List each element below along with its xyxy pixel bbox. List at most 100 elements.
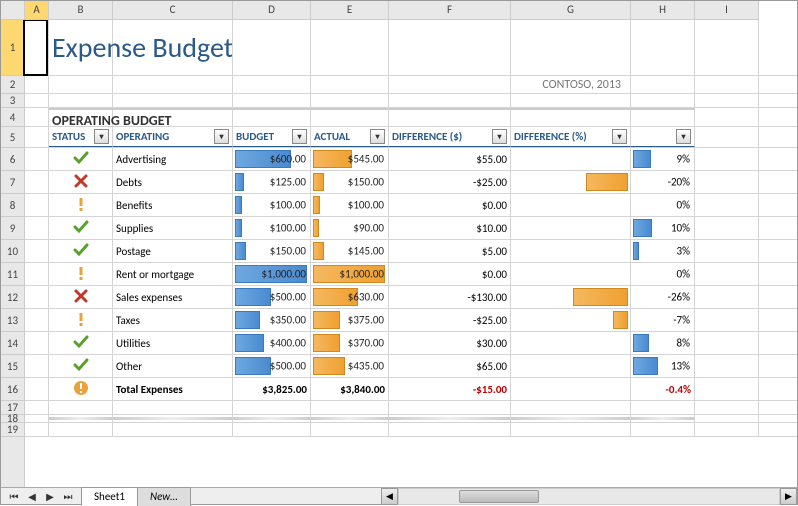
cell[interactable] — [511, 415, 631, 422]
prev-sheet-button[interactable]: ◀ — [23, 487, 41, 505]
actual-cell[interactable]: $90.00 — [311, 217, 389, 239]
total-budget[interactable]: $3,825.00 — [233, 378, 311, 400]
cell[interactable] — [25, 378, 49, 400]
total-pct[interactable]: -0.4% — [631, 378, 695, 400]
cell[interactable]: OPERATING BUDGET — [49, 108, 113, 126]
cell[interactable] — [511, 20, 631, 75]
cell[interactable] — [389, 94, 511, 107]
diff-pct-cell[interactable]: 8% — [631, 332, 695, 354]
cell[interactable] — [631, 76, 695, 93]
diff-pct-bar-cell[interactable] — [511, 286, 631, 308]
cell[interactable] — [631, 401, 695, 414]
diff-pct-bar-cell[interactable] — [511, 309, 631, 331]
status-cell[interactable] — [49, 286, 113, 308]
operating-cell[interactable]: Utilities — [113, 332, 233, 354]
cell[interactable] — [25, 194, 49, 216]
cell[interactable] — [511, 401, 631, 414]
budget-cell[interactable]: $100.00 — [233, 194, 311, 216]
cell[interactable] — [389, 401, 511, 414]
cell[interactable] — [511, 94, 631, 107]
budget-cell[interactable]: $350.00 — [233, 309, 311, 331]
grid-body[interactable]: Expense BudgetCONTOSO, 2013OPERATING BUD… — [25, 20, 797, 487]
row-header-13[interactable]: 13 — [1, 309, 24, 332]
budget-cell[interactable]: $1,000.00 — [233, 263, 311, 285]
diff-pct-cell[interactable]: 13% — [631, 355, 695, 377]
scroll-track[interactable] — [398, 488, 780, 505]
row-header-3[interactable]: 3 — [1, 94, 24, 108]
cell[interactable] — [25, 127, 49, 147]
filter-dropdown-icon[interactable]: ▾ — [492, 129, 507, 144]
header-actual[interactable]: ACTUAL▾ — [311, 127, 389, 147]
col-header-F[interactable]: F — [389, 1, 511, 19]
cell[interactable] — [695, 108, 759, 126]
operating-cell[interactable]: Other — [113, 355, 233, 377]
status-cell[interactable] — [49, 217, 113, 239]
cell[interactable] — [511, 423, 631, 436]
cell[interactable] — [695, 171, 759, 193]
budget-cell[interactable]: $100.00 — [233, 217, 311, 239]
diff-pct-bar-cell[interactable] — [511, 332, 631, 354]
actual-cell[interactable]: $145.00 — [311, 240, 389, 262]
header-extra[interactable]: ▾ — [631, 127, 695, 147]
cell[interactable] — [695, 423, 759, 436]
operating-cell[interactable]: Rent or mortgage — [113, 263, 233, 285]
col-header-B[interactable]: B — [49, 1, 113, 19]
cell[interactable] — [233, 108, 311, 126]
cell-subtitle[interactable]: CONTOSO, 2013 — [511, 76, 631, 93]
cell[interactable] — [49, 401, 113, 414]
col-header-I[interactable]: I — [695, 1, 759, 19]
budget-cell[interactable]: $125.00 — [233, 171, 311, 193]
sheet-tab-new[interactable]: New… — [137, 487, 191, 506]
cell[interactable] — [389, 20, 511, 75]
row-header-15[interactable]: 15 — [1, 355, 24, 378]
header-diff-dollar[interactable]: DIFFERENCE ($)▾ — [389, 127, 511, 147]
diff-pct-bar-cell[interactable] — [511, 355, 631, 377]
operating-cell[interactable]: Benefits — [113, 194, 233, 216]
diff-pct-cell[interactable]: 3% — [631, 240, 695, 262]
diff-pct-bar-cell[interactable] — [511, 194, 631, 216]
diff-pct-cell[interactable]: 0% — [631, 263, 695, 285]
cell[interactable] — [389, 108, 511, 126]
cell[interactable] — [113, 401, 233, 414]
budget-cell[interactable]: $400.00 — [233, 332, 311, 354]
actual-cell[interactable]: $370.00 — [311, 332, 389, 354]
row-header-8[interactable]: 8 — [1, 194, 24, 217]
filter-dropdown-icon[interactable]: ▾ — [214, 129, 229, 144]
row-header-11[interactable]: 11 — [1, 263, 24, 286]
cell[interactable] — [695, 401, 759, 414]
actual-cell[interactable]: $630.00 — [311, 286, 389, 308]
scroll-thumb[interactable] — [459, 490, 539, 503]
actual-cell[interactable]: $375.00 — [311, 309, 389, 331]
budget-cell[interactable]: $600.00 — [233, 148, 311, 170]
cell[interactable] — [25, 332, 49, 354]
operating-cell[interactable]: Debts — [113, 171, 233, 193]
operating-cell[interactable]: Taxes — [113, 309, 233, 331]
cell[interactable] — [25, 415, 49, 422]
cell[interactable] — [113, 76, 233, 93]
cell[interactable] — [695, 94, 759, 107]
row-header-10[interactable]: 10 — [1, 240, 24, 263]
cell[interactable] — [511, 378, 631, 400]
budget-cell[interactable]: $500.00 — [233, 355, 311, 377]
budget-cell[interactable]: $500.00 — [233, 286, 311, 308]
next-sheet-button[interactable]: ▶ — [41, 487, 59, 505]
diff-pct-bar-cell[interactable] — [511, 171, 631, 193]
actual-cell[interactable]: $100.00 — [311, 194, 389, 216]
status-cell[interactable] — [49, 355, 113, 377]
cell[interactable] — [511, 108, 631, 126]
actual-cell[interactable]: $150.00 — [311, 171, 389, 193]
cell[interactable] — [25, 263, 49, 285]
cell[interactable] — [695, 309, 759, 331]
total-status[interactable] — [49, 378, 113, 400]
cell[interactable] — [631, 415, 695, 422]
cell[interactable] — [695, 415, 759, 422]
horizontal-scrollbar[interactable]: ⏮ ◀ ▶ ⏭ Sheet1 New… ◀ ▶ — [1, 487, 797, 504]
cell[interactable] — [233, 415, 311, 422]
cell[interactable] — [695, 20, 759, 75]
cell[interactable] — [389, 423, 511, 436]
cell[interactable] — [695, 127, 759, 147]
cell[interactable] — [49, 423, 113, 436]
row-header-1[interactable]: 1 — [1, 20, 24, 76]
operating-cell[interactable]: Sales expenses — [113, 286, 233, 308]
diff-pct-bar-cell[interactable] — [511, 148, 631, 170]
